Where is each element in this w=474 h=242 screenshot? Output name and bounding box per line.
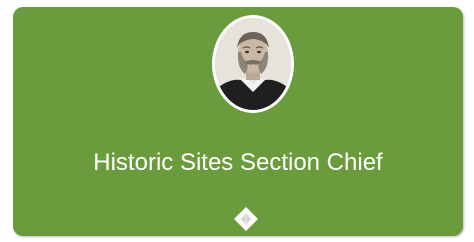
node-title: Historic Sites Section Chief bbox=[93, 149, 383, 176]
org-chart-canvas: Historic Sites Section Chief bbox=[0, 0, 474, 242]
portrait-photo bbox=[215, 18, 291, 110]
avatar bbox=[212, 15, 294, 113]
expand-collapse-diamond-icon[interactable] bbox=[233, 206, 259, 232]
